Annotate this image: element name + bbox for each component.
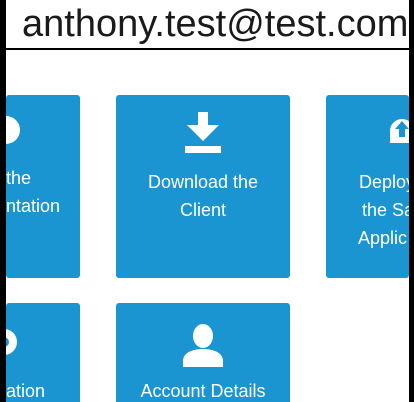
tile-label-line1: ation: [6, 381, 46, 401]
user-icon: [183, 324, 223, 367]
tile-account-details[interactable]: Account Details: [116, 303, 290, 402]
tile-label-line2: the Sa: [362, 200, 409, 220]
circle-icon: [6, 329, 17, 355]
tile-download-client[interactable]: Download the Client: [116, 95, 290, 278]
cloud-upload-icon: [390, 119, 409, 143]
tile-label-line1: Deploy: [359, 172, 409, 192]
tile-label-line1: Account Details: [140, 381, 266, 401]
tile-label-line3: Applic: [358, 228, 408, 248]
tile-deploy-sample-application[interactable]: Deploy the Sa Applic: [326, 95, 409, 278]
user-email: anthony.test@test.com: [22, 3, 409, 45]
tile-label-line2: ntation: [6, 196, 61, 216]
download-icon: [185, 112, 221, 153]
tile-label-line1: Download the: [147, 172, 259, 192]
tile-label-line1: the: [6, 168, 32, 188]
tile-documentation[interactable]: the ntation: [6, 95, 80, 278]
tile-integration[interactable]: ation: [6, 303, 80, 402]
circle-icon: [6, 116, 20, 144]
window-border-right: [409, 0, 414, 402]
tile-label-line2: Client: [179, 200, 227, 220]
header-divider: [6, 48, 409, 50]
